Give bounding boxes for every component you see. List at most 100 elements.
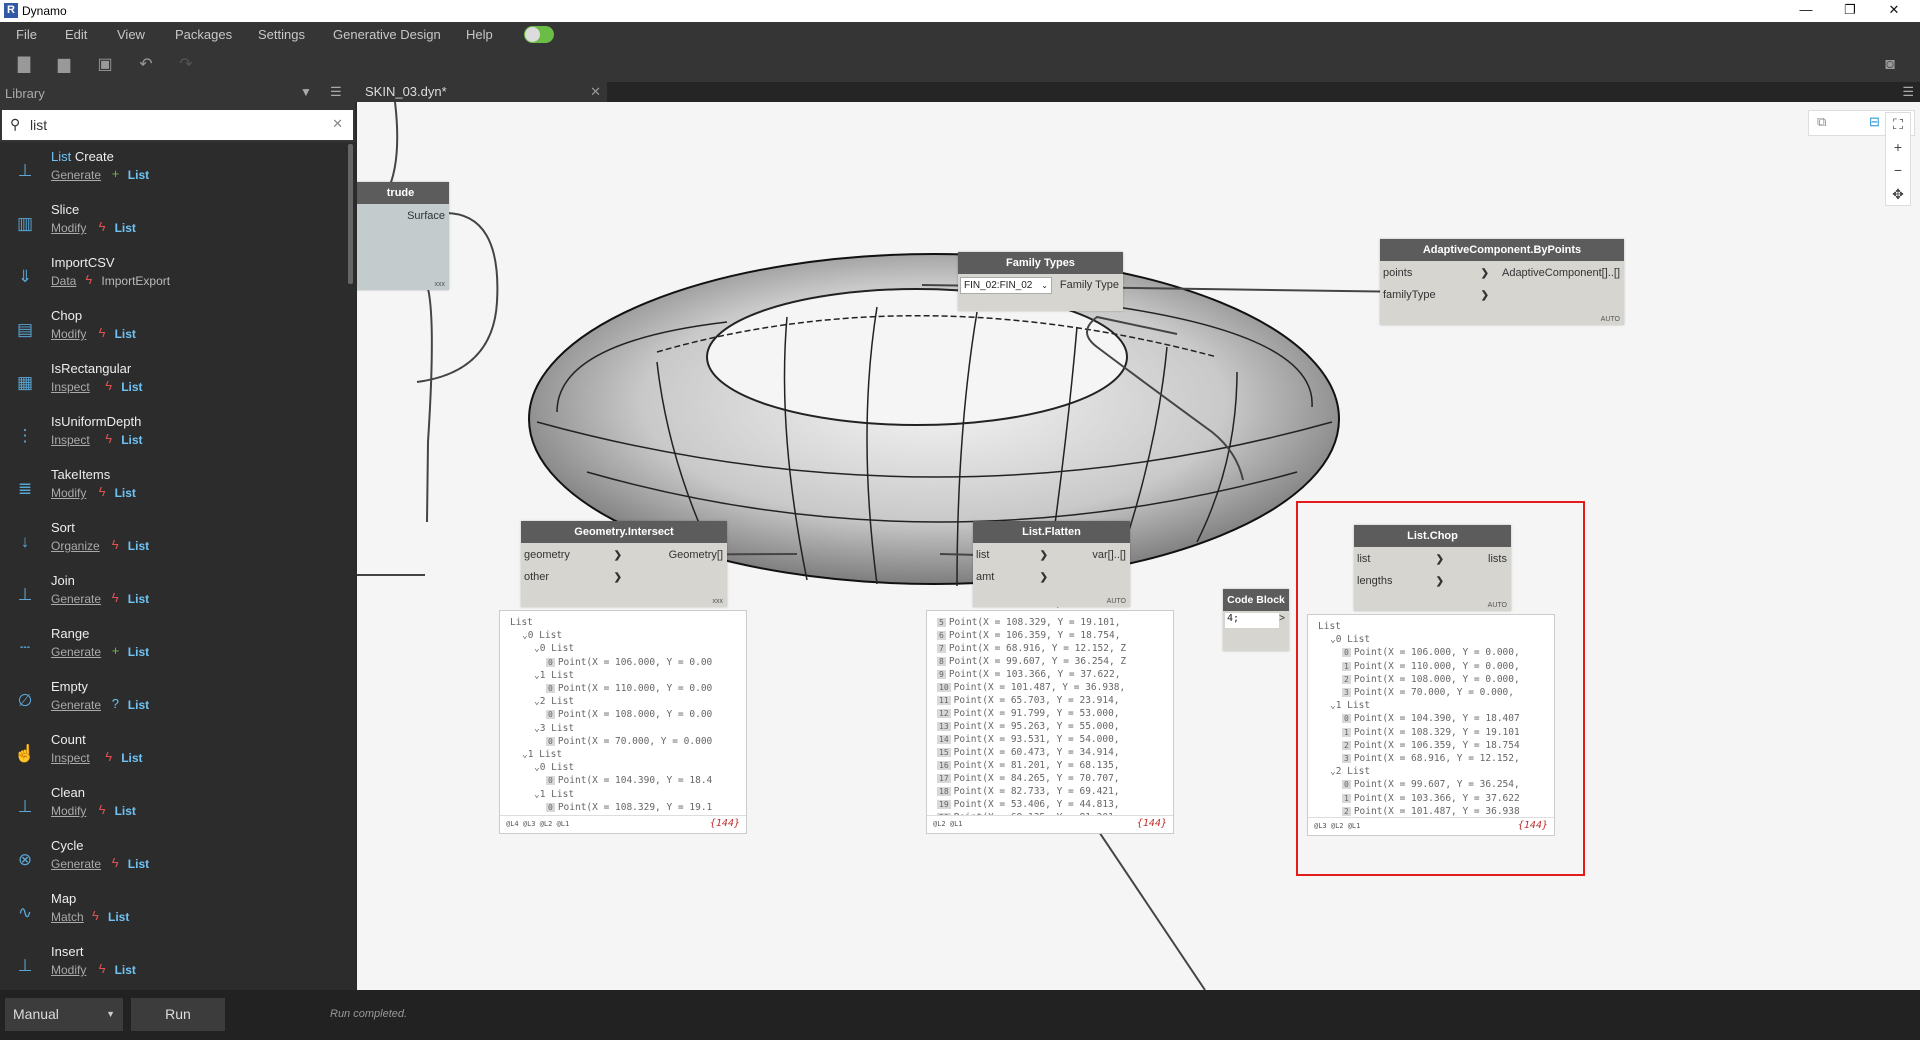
input-port-amt[interactable]: amt ❯ bbox=[973, 569, 1051, 586]
result-category[interactable]: Modify bbox=[51, 804, 86, 818]
geometry-view-icon[interactable]: ⧉ bbox=[1817, 114, 1826, 130]
result-category[interactable]: Generate bbox=[51, 168, 101, 182]
library-result[interactable]: ┄ Range Generate + List bbox=[0, 619, 345, 672]
code-input[interactable]: 4; bbox=[1225, 613, 1279, 628]
output-port-var[interactable]: var[]..[] bbox=[1051, 547, 1130, 564]
node-extrude[interactable]: trude Surface xxx bbox=[357, 182, 449, 290]
save-icon[interactable]: ▣ bbox=[95, 55, 115, 75]
chevron-right-icon: ❯ bbox=[1480, 268, 1489, 279]
library-result[interactable]: ↓ Sort Organize ϟ List bbox=[0, 513, 345, 566]
menu-generative-design[interactable]: Generative Design bbox=[333, 27, 441, 42]
item-value: Point(X = 106.000, Y = 0.00 bbox=[557, 656, 713, 668]
library-result[interactable]: ▥ Slice Modify ϟ List bbox=[0, 195, 345, 248]
output-port-family-type[interactable]: Family Type bbox=[1054, 277, 1123, 294]
library-result[interactable]: ≣ TakeItems Modify ϟ List bbox=[0, 460, 345, 513]
run-status-toggle[interactable] bbox=[524, 26, 554, 43]
result-name: Clean bbox=[51, 785, 85, 800]
results-scrollbar[interactable] bbox=[348, 144, 353, 284]
family-type-dropdown[interactable]: FIN_02:FIN_02 ⌄ bbox=[960, 277, 1052, 294]
result-category[interactable]: Modify bbox=[51, 963, 86, 977]
workspace-canvas[interactable]: trude Surface xxx Family Types FIN_02:FI… bbox=[357, 102, 1920, 990]
menu-edit[interactable]: Edit bbox=[65, 27, 87, 42]
tab-menu-icon[interactable]: ☰ bbox=[1902, 84, 1914, 100]
open-file-icon[interactable]: ▆ bbox=[54, 55, 74, 75]
zoom-in-icon[interactable]: + bbox=[1886, 136, 1910, 158]
menu-file[interactable]: File bbox=[16, 27, 37, 42]
result-category[interactable]: Modify bbox=[51, 327, 86, 341]
input-port-family-type[interactable]: familyType ❯ bbox=[1380, 287, 1492, 304]
library-result[interactable]: ⋮ IsUniformDepth Inspect ϟ List bbox=[0, 407, 345, 460]
item-count: {144} bbox=[1136, 818, 1167, 829]
node-code-block[interactable]: Code Block 4; > bbox=[1223, 589, 1289, 651]
preview-bubble-flatten[interactable]: 20Point(X = 68.135, Y = 81.201,19Point(X… bbox=[926, 610, 1174, 834]
menu-view[interactable]: View bbox=[117, 27, 145, 42]
maximize-button[interactable]: ❐ bbox=[1828, 0, 1872, 22]
result-category[interactable]: Data bbox=[51, 274, 76, 288]
library-result[interactable]: ▦ IsRectangular Inspect ϟ List bbox=[0, 354, 345, 407]
zoom-fit-icon[interactable]: ⛶ bbox=[1886, 113, 1910, 135]
node-header: AdaptiveComponent.ByPoints bbox=[1380, 239, 1624, 261]
input-port-points[interactable]: points ❯ bbox=[1380, 265, 1492, 282]
library-result[interactable]: ▤ Chop Modify ϟ List bbox=[0, 301, 345, 354]
close-button[interactable]: ✕ bbox=[1872, 0, 1916, 22]
library-result[interactable]: ☝ Count Inspect ϟ List bbox=[0, 725, 345, 778]
lacing-indicator: xxx bbox=[434, 281, 446, 288]
library-result[interactable]: ∿ Map Match ϟ List bbox=[0, 884, 345, 937]
library-result[interactable]: ∅ Empty Generate? List bbox=[0, 672, 345, 725]
minimize-button[interactable]: — bbox=[1784, 0, 1828, 22]
input-port-list[interactable]: list ❯ bbox=[973, 547, 1051, 564]
preview-bubble-intersect[interactable]: ⌄2 List0Point(X = 108.329, Y = 19.1⌄1 Li… bbox=[499, 610, 747, 834]
result-category[interactable]: Generate bbox=[51, 857, 101, 871]
output-port-geometry[interactable]: Geometry[] bbox=[625, 547, 727, 564]
node-geometry-intersect[interactable]: Geometry.Intersect geometry ❯ other ❯ Geom… bbox=[521, 521, 727, 607]
result-category[interactable]: Modify bbox=[51, 486, 86, 500]
result-category[interactable]: Organize bbox=[51, 539, 100, 553]
result-category[interactable]: Match bbox=[51, 910, 84, 924]
result-category[interactable]: Inspect bbox=[51, 433, 90, 447]
result-category[interactable]: Generate bbox=[51, 698, 101, 712]
camera-icon[interactable]: ◙ bbox=[1880, 55, 1900, 75]
zoom-out-icon[interactable]: − bbox=[1886, 159, 1910, 181]
toggle-knob bbox=[525, 27, 540, 42]
result-category[interactable]: Inspect bbox=[51, 380, 90, 394]
graph-view-icon[interactable]: ⊟ bbox=[1869, 114, 1880, 130]
node-kind-icon: ϟ bbox=[105, 378, 113, 393]
redo-icon[interactable]: ↷ bbox=[176, 55, 196, 75]
filter-icon[interactable]: ▼ bbox=[300, 85, 312, 99]
input-port-other[interactable]: other ❯ bbox=[521, 569, 625, 586]
run-mode-select[interactable]: Manual ▼ bbox=[5, 998, 123, 1031]
code-output-port[interactable]: > bbox=[1279, 613, 1285, 624]
menu-settings[interactable]: Settings bbox=[258, 27, 305, 42]
library-result[interactable]: ⊗ Cycle Generate ϟ List bbox=[0, 831, 345, 884]
library-result[interactable]: ⊥ Join Generate ϟ List bbox=[0, 566, 345, 619]
node-kind-icon: ? bbox=[111, 696, 120, 711]
library-result[interactable]: ⇓ ImportCSV Data ϟ ImportExport bbox=[0, 248, 345, 301]
pan-icon[interactable]: ✥ bbox=[1886, 183, 1910, 205]
library-result[interactable]: ⊥ Insert Modify ϟ List bbox=[0, 937, 345, 990]
result-category[interactable]: Generate bbox=[51, 592, 101, 606]
undo-icon[interactable]: ↶ bbox=[136, 55, 156, 75]
node-list-flatten[interactable]: List.Flatten list ❯ amt ❯ var[]..[] AUTO bbox=[973, 521, 1130, 607]
item-value: Point(X = 108.329, Y = 19.1 bbox=[557, 801, 713, 813]
menu-packages[interactable]: Packages bbox=[175, 27, 232, 42]
tab-skin-03[interactable]: SKIN_03.dyn* ✕ bbox=[355, 82, 607, 102]
output-port-surface[interactable]: Surface bbox=[382, 208, 449, 225]
node-adaptive-component[interactable]: AdaptiveComponent.ByPoints points ❯ famil… bbox=[1380, 239, 1624, 325]
result-category[interactable]: Generate bbox=[51, 645, 101, 659]
preview-line: ⌄0 List bbox=[534, 643, 574, 654]
layout-icon[interactable]: ☰ bbox=[330, 84, 342, 100]
library-result[interactable]: ⊥ List Create Generate + List bbox=[0, 142, 345, 195]
library-result[interactable]: ⊥ Clean Modify ϟ List bbox=[0, 778, 345, 831]
item-value: Point(X = 84.265, Y = 70.707, bbox=[953, 773, 1120, 784]
node-family-types[interactable]: Family Types FIN_02:FIN_02 ⌄ Family Type bbox=[958, 252, 1123, 311]
result-category[interactable]: Modify bbox=[51, 221, 86, 235]
result-category[interactable]: Inspect bbox=[51, 751, 90, 765]
new-file-icon[interactable]: ▇ bbox=[14, 55, 34, 75]
output-port-adaptive[interactable]: AdaptiveComponent[]..[] bbox=[1492, 265, 1624, 282]
tab-close-icon[interactable]: ✕ bbox=[590, 82, 601, 102]
clear-search-icon[interactable]: ✕ bbox=[332, 116, 343, 132]
menu-help[interactable]: Help bbox=[466, 27, 493, 42]
run-button[interactable]: Run bbox=[131, 998, 225, 1031]
input-port-geometry[interactable]: geometry ❯ bbox=[521, 547, 625, 564]
search-input[interactable] bbox=[30, 114, 320, 136]
